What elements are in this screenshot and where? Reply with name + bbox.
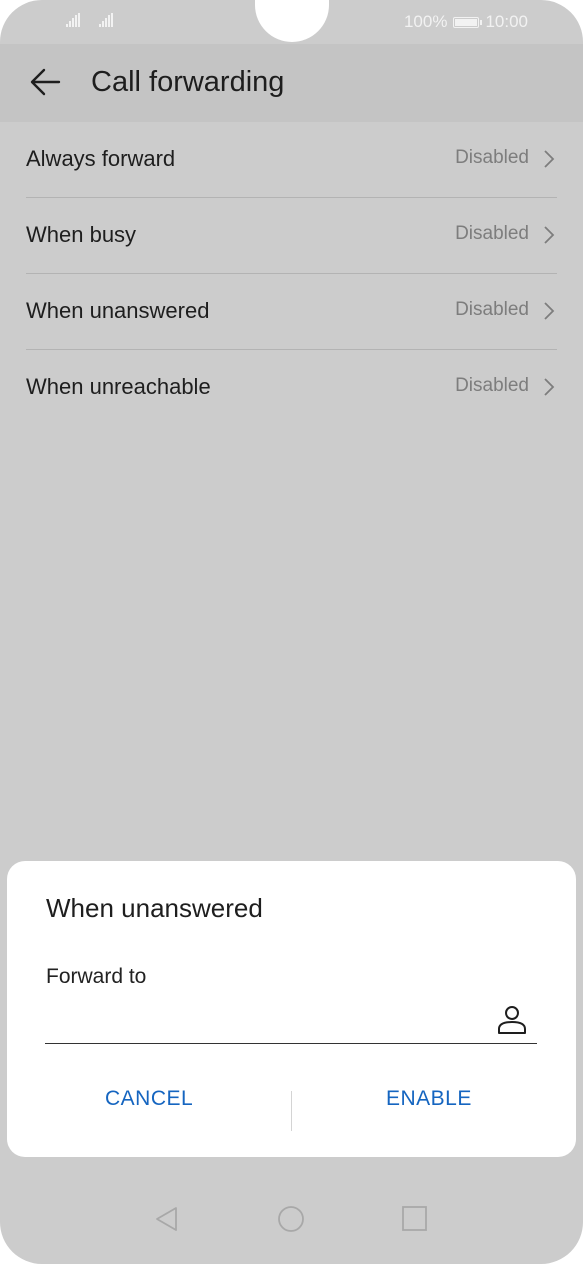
list-item-status: Disabled: [455, 147, 529, 168]
chevron-right-icon: [544, 150, 555, 168]
nav-back-icon[interactable]: [153, 1205, 181, 1235]
list-item-status: Disabled: [455, 375, 529, 396]
chevron-right-icon: [544, 302, 555, 320]
signal-icon: [99, 13, 113, 27]
dialog-title: When unanswered: [46, 893, 263, 923]
list-item-label: When unanswered: [26, 298, 210, 323]
chevron-right-icon: [544, 378, 555, 396]
navigation-bar: [0, 1205, 583, 1255]
forwarding-list: Always forward Disabled When busy Disabl…: [0, 122, 583, 425]
list-item-label: Always forward: [26, 146, 176, 171]
back-arrow-icon[interactable]: [28, 64, 64, 100]
list-item-label: When unreachable: [26, 374, 211, 399]
list-item-label: When busy: [26, 222, 137, 247]
list-item-when-unreachable[interactable]: When unreachable Disabled: [26, 350, 557, 425]
forward-number-input[interactable]: [45, 993, 537, 1044]
forward-dialog: When unanswered Forward to CANCEL ENABLE: [7, 861, 576, 1157]
list-item-when-unanswered[interactable]: When unanswered Disabled: [26, 274, 557, 350]
list-item-status: Disabled: [455, 299, 529, 320]
app-bar: Call forwarding: [0, 44, 583, 122]
status-bar: 100% 10:00: [0, 0, 583, 44]
enable-button[interactable]: ENABLE: [386, 1087, 472, 1111]
list-item-when-busy[interactable]: When busy Disabled: [26, 198, 557, 274]
phone-screen: 100% 10:00 Call forwarding Always forwar…: [0, 0, 583, 1264]
nav-recents-icon[interactable]: [401, 1205, 429, 1235]
chevron-right-icon: [544, 226, 555, 244]
battery-percent: 100%: [403, 12, 448, 31]
button-divider: [291, 1091, 292, 1131]
page-title: Call forwarding: [91, 66, 285, 98]
contact-icon[interactable]: [494, 1002, 530, 1038]
battery-icon: [453, 16, 483, 28]
list-item-status: Disabled: [455, 223, 529, 244]
clock: 10:00: [485, 12, 528, 31]
signal-icon: [66, 13, 80, 27]
cancel-button[interactable]: CANCEL: [105, 1087, 193, 1111]
list-item-always-forward[interactable]: Always forward Disabled: [26, 122, 557, 198]
nav-home-icon[interactable]: [277, 1205, 307, 1235]
forward-to-label: Forward to: [46, 965, 147, 988]
